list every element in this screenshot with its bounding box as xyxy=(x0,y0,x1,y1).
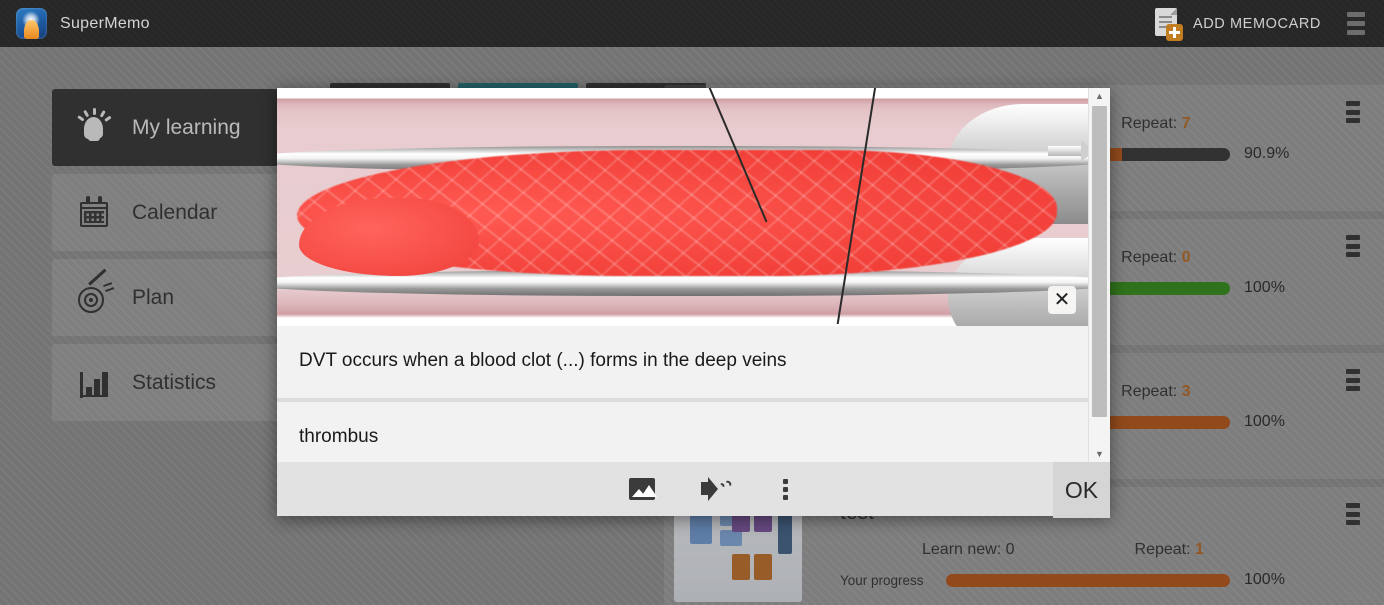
add-memocard-label: ADD MEMOCARD xyxy=(1192,15,1321,32)
memocard-answer: thrombus xyxy=(277,402,1088,463)
top-bar-right: ADD MEMOCARD xyxy=(1153,7,1384,41)
scroll-up-icon[interactable]: ▲ xyxy=(1095,88,1104,104)
dialog-scrollbar[interactable]: ▲ ▼ xyxy=(1088,88,1110,463)
supermemo-logo-icon xyxy=(16,8,47,39)
brand-label: SuperMemo xyxy=(60,14,150,32)
scrollbar-thumb[interactable] xyxy=(1092,106,1107,417)
memocard-question: DVT occurs when a blood clot (...) forms… xyxy=(277,326,1088,402)
hamburger-menu-icon[interactable] xyxy=(1347,12,1367,36)
speaker-icon[interactable] xyxy=(698,473,734,505)
app-root: SuperMemo ADD MEMOCARD My learning Calen… xyxy=(0,0,1384,605)
ok-button[interactable]: OK xyxy=(1053,462,1110,519)
top-bar: SuperMemo ADD MEMOCARD xyxy=(0,0,1384,47)
close-image-icon[interactable]: ✕ xyxy=(1048,286,1076,314)
scroll-down-icon[interactable]: ▼ xyxy=(1095,446,1104,462)
document-plus-icon xyxy=(1153,7,1183,41)
memocard-dialog-footer: OK xyxy=(277,462,1110,519)
memocard-dialog-body: ✕ DVT occurs when a blood clot (...) for… xyxy=(277,88,1110,463)
dialog-toolbar xyxy=(586,473,802,505)
deep-vein-thrombosis-illustration[interactable]: ✕ xyxy=(277,88,1088,326)
blood-flow-arrow-icon xyxy=(1048,140,1088,162)
memocard-dialog: ✕ DVT occurs when a blood clot (...) for… xyxy=(277,88,1110,519)
brand[interactable]: SuperMemo xyxy=(16,8,150,39)
image-icon[interactable] xyxy=(626,473,658,505)
version-label: 2.0.53 xyxy=(1347,591,1378,603)
add-memocard-button[interactable]: ADD MEMOCARD xyxy=(1153,7,1321,41)
scrollbar-track[interactable] xyxy=(1089,104,1110,446)
vertical-dots-icon[interactable] xyxy=(770,473,802,505)
memocard-scroll-area[interactable]: ✕ DVT occurs when a blood clot (...) for… xyxy=(277,88,1088,463)
